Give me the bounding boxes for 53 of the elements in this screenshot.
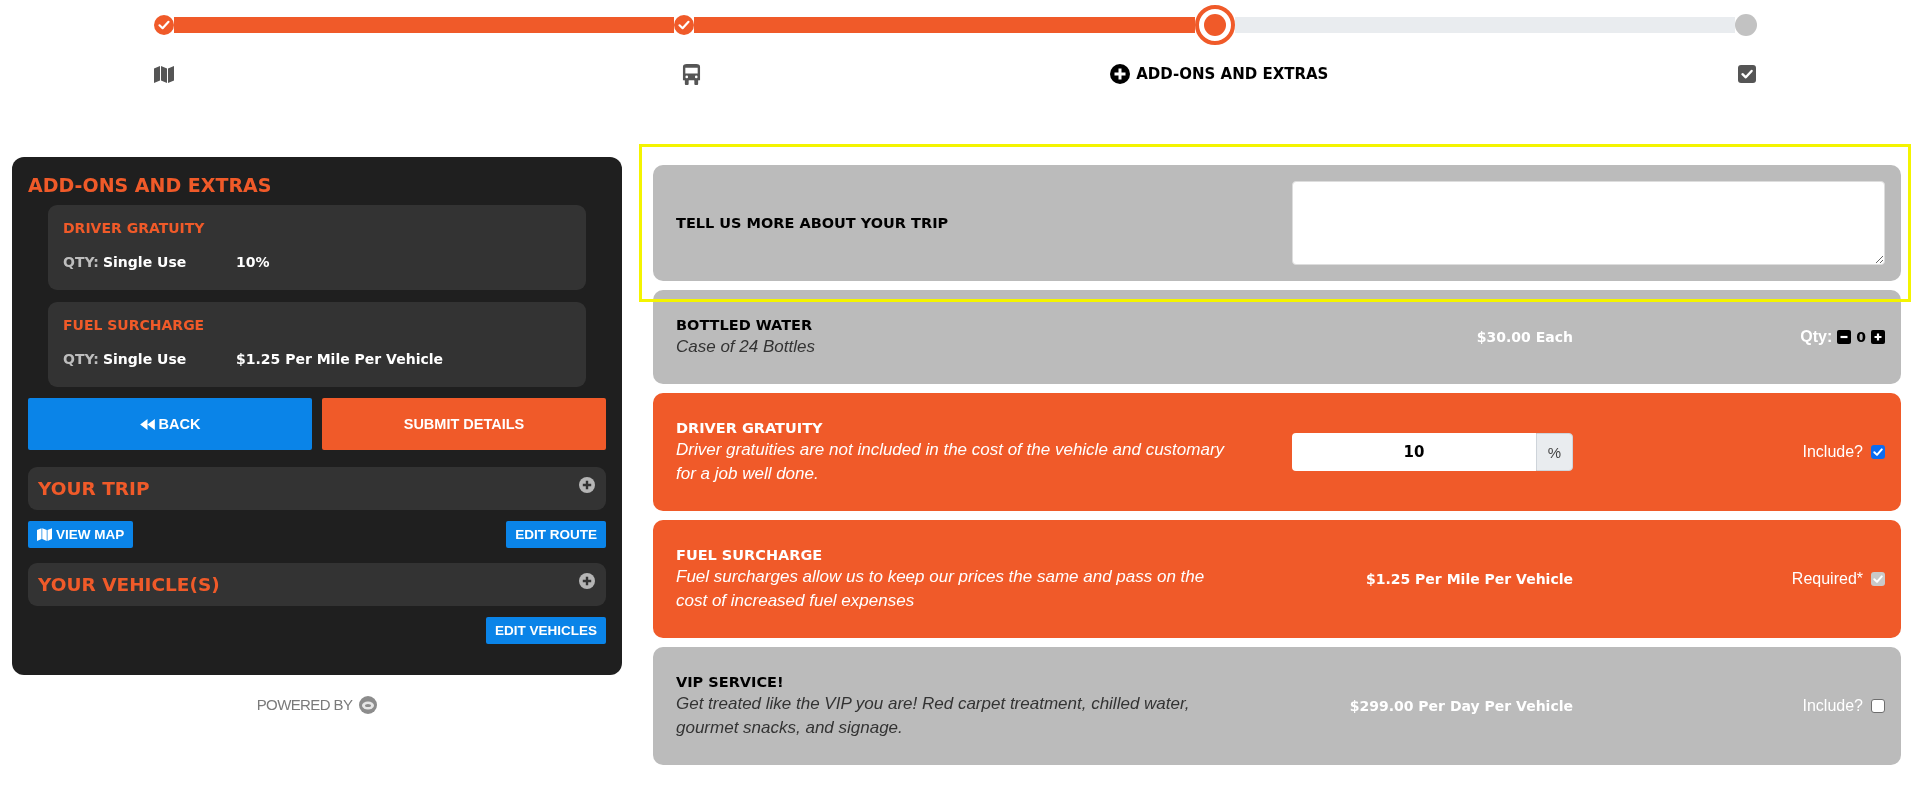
section-title: YOUR VEHICLE(S) xyxy=(38,572,220,597)
qty-label: Qty: xyxy=(1800,328,1833,346)
checkbox[interactable] xyxy=(1871,699,1885,713)
addon-price: $299.00 Per Day Per Vehicle xyxy=(1349,698,1573,714)
plus-circle-icon[interactable] xyxy=(579,573,595,589)
qty-value: 0 xyxy=(1856,329,1866,345)
item-title: FUEL SURCHARGE xyxy=(63,316,206,334)
option-label: Include? xyxy=(1802,697,1863,715)
qty-label: QTY: xyxy=(63,350,99,368)
qty-value: Single Use xyxy=(103,350,187,368)
step-label: ADD-ONS AND EXTRAS xyxy=(1136,64,1329,84)
addon-price: $1.25 Per Mile Per Vehicle xyxy=(1365,571,1573,587)
section-header[interactable]: YOUR VEHICLE(S) xyxy=(28,563,606,606)
rewind-icon xyxy=(139,418,155,430)
item-price: $1.25 Per Mile Per Vehicle xyxy=(236,350,444,368)
trip-notes-field[interactable] xyxy=(1292,181,1885,265)
map-icon xyxy=(37,528,52,541)
panel-title: ADD-ONS AND EXTRAS xyxy=(28,173,273,197)
circle-logo-icon xyxy=(359,696,378,714)
addon-title: VIP SERVICE! xyxy=(676,673,785,692)
plus-circle-icon[interactable] xyxy=(579,477,595,493)
section-title: YOUR TRIP xyxy=(38,476,150,501)
addon-description: Get treated like the VIP you are! Red carpet treatment, chilled water, gourmet snacks, and signage. xyxy=(676,693,1191,739)
addon-title: TELL US MORE ABOUT YOUR TRIP xyxy=(676,214,950,233)
plus-button-icon[interactable] xyxy=(1871,330,1885,344)
addon-title: DRIVER GRATUITY xyxy=(676,419,824,438)
edit-button[interactable]: EDIT VEHICLES xyxy=(486,617,606,644)
bus-icon[interactable] xyxy=(682,63,702,85)
plus-circle-icon[interactable] xyxy=(1110,64,1131,84)
checkbox-icon[interactable] xyxy=(1737,65,1756,83)
section-header[interactable]: YOUR TRIP xyxy=(28,467,606,510)
item-price: 10% xyxy=(236,253,270,271)
addon-title: FUEL SURCHARGE xyxy=(676,546,824,565)
item-title: DRIVER GRATUITY xyxy=(63,219,206,237)
qty-label: QTY: xyxy=(63,253,99,271)
option-label: Required* xyxy=(1791,570,1863,588)
gratuity-input[interactable]: 10 xyxy=(1292,433,1536,471)
addon-title: BOTTLED WATER xyxy=(676,316,814,335)
addon-description: Case of 24 Bottles xyxy=(676,336,816,358)
powered-by-text: POWERED BY xyxy=(256,696,353,714)
addon-description: Driver gratuities are not included in the cost of the vehicle and customary for a job well done. xyxy=(676,439,1226,485)
back-button[interactable]: BACK xyxy=(28,398,312,450)
edit-button[interactable]: EDIT ROUTE xyxy=(506,521,606,548)
submit-button[interactable]: SUBMIT DETAILS xyxy=(322,398,606,450)
option-label: Include? xyxy=(1802,443,1863,461)
addon-price: $30.00 Each xyxy=(1476,329,1573,345)
view-map-button[interactable]: VIEW MAP xyxy=(28,521,134,548)
percent-addon: % xyxy=(1536,433,1573,471)
qty-value: Single Use xyxy=(103,253,187,271)
addon-description: Fuel surcharges allow us to keep our prices the same and pass on the cost of increased fuel expenses xyxy=(676,566,1206,612)
map-icon[interactable] xyxy=(154,65,174,83)
checkbox[interactable] xyxy=(1871,445,1885,459)
minus-button-icon[interactable] xyxy=(1837,330,1852,344)
